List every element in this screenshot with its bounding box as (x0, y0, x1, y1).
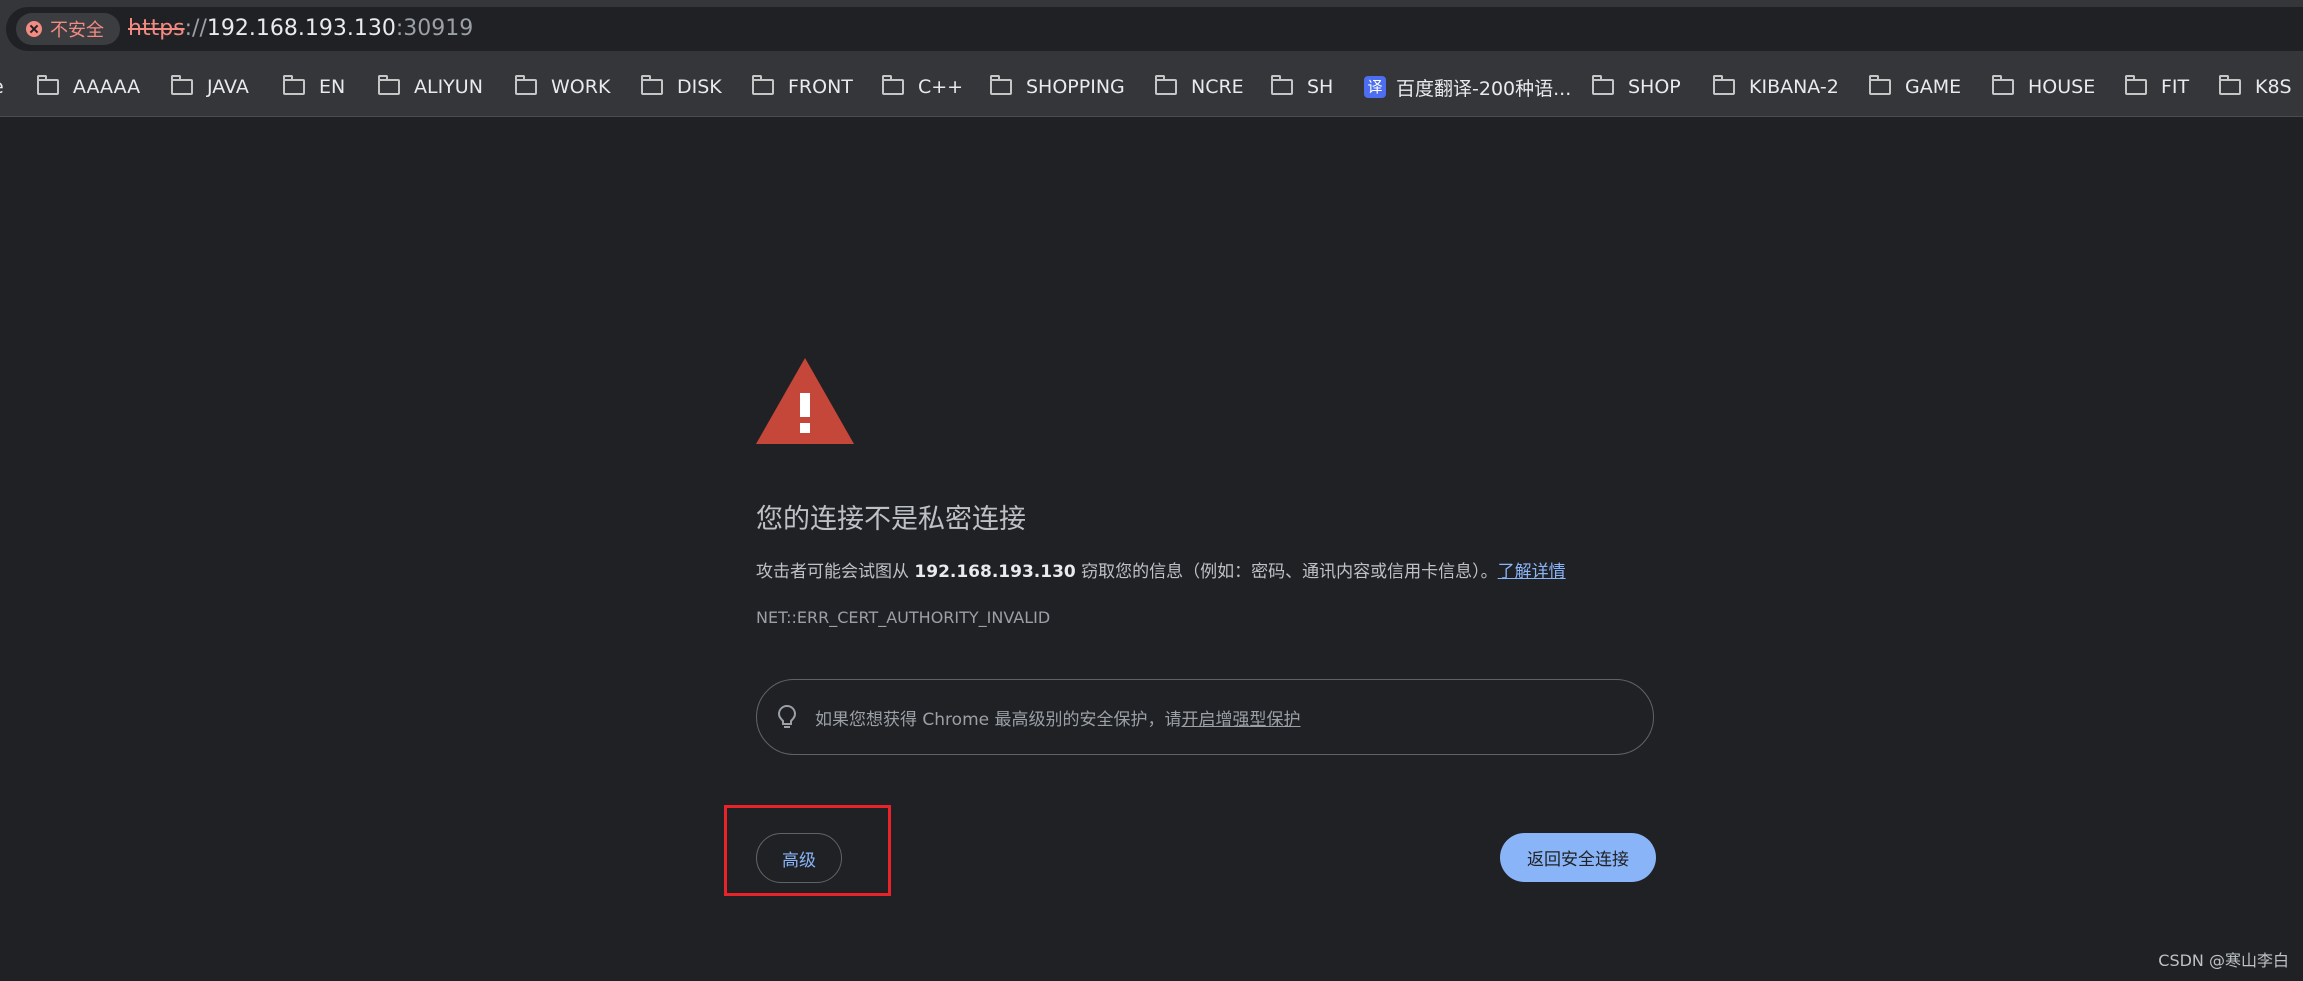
bookmark-front[interactable]: FRONT (752, 58, 853, 116)
bookmark-en[interactable]: EN (283, 58, 345, 116)
browser-window: 不安全 https://192.168.193.130:30919 e AAAA… (0, 0, 2303, 981)
url-text[interactable]: https://192.168.193.130:30919 (128, 17, 473, 41)
bookmark-label: SHOPPING (1026, 76, 1125, 98)
folder-icon (1271, 75, 1293, 95)
url-separator: :// (184, 16, 207, 41)
enhanced-protection-prefix: 如果您想获得 Chrome 最高级别的安全保护，请 (815, 709, 1182, 730)
bookmark-label: FRONT (788, 76, 853, 98)
folder-icon (641, 75, 663, 95)
bookmark-label: SH (1307, 76, 1334, 98)
bookmark-disk[interactable]: DISK (641, 58, 722, 116)
explanation-prefix: 攻击者可能会试图从 (756, 562, 915, 582)
bookmark-label: SHOP (1628, 76, 1681, 98)
url-port: :30919 (395, 16, 474, 41)
bookmark-ncre[interactable]: NCRE (1155, 58, 1244, 116)
bookmark-label: EN (319, 76, 346, 98)
security-chip[interactable]: 不安全 (16, 13, 120, 45)
bookmark-label: HOUSE (2028, 76, 2096, 98)
bookmark-label: WORK (551, 76, 611, 98)
learn-more-link[interactable]: 了解详情 (1498, 562, 1566, 582)
error-circle-icon (26, 21, 42, 37)
bookmark-work[interactable]: WORK (515, 58, 610, 116)
bookmark-sh[interactable]: SH (1271, 58, 1333, 116)
bookmark-k8s[interactable]: K8S (2219, 58, 2292, 116)
bookmark-label: AAAAA (73, 76, 141, 98)
folder-icon (1869, 75, 1891, 95)
folder-icon (283, 75, 305, 95)
bookmark-label: ALIYUN (414, 76, 483, 98)
folder-icon (1713, 75, 1735, 95)
bookmark-baidu-translate[interactable]: 译 百度翻译-200种语... (1364, 58, 1571, 116)
url-host: 192.168.193.130 (206, 16, 396, 41)
back-to-safety-button[interactable]: 返回安全连接 (1500, 833, 1656, 882)
enhanced-protection-text: 如果您想获得 Chrome 最高级别的安全保护，请开启增强型保护 (815, 705, 1301, 730)
folder-icon (515, 75, 537, 95)
bookmark-label: NCRE (1191, 76, 1244, 98)
omnibox[interactable]: 不安全 https://192.168.193.130:30919 (6, 7, 2303, 51)
watermark: CSDN @寒山李白 (2158, 951, 2289, 970)
bookmark-label: GAME (1905, 76, 1962, 98)
bookmark-aaaaa[interactable]: AAAAA (37, 58, 140, 116)
enhanced-protection-link[interactable]: 开启增强型保护 (1182, 710, 1301, 730)
folder-icon (378, 75, 400, 95)
folder-icon (171, 75, 193, 95)
annotation-highlight-box (724, 805, 891, 896)
bookmark-aliyun[interactable]: ALIYUN (378, 58, 483, 116)
explanation-suffix: 窃取您的信息（例如：密码、通讯内容或信用卡信息）。 (1075, 562, 1498, 582)
bookmark-cpp[interactable]: C++ (882, 58, 963, 116)
bookmark-shop[interactable]: SHOP (1592, 58, 1681, 116)
bookmark-label: 百度翻译-200种语... (1396, 77, 1572, 100)
translate-icon: 译 (1364, 76, 1386, 98)
bookmark-label: FIT (2161, 76, 2190, 98)
warning-triangle-icon (756, 358, 854, 444)
explanation-text: 攻击者可能会试图从 192.168.193.130 窃取您的信息（例如：密码、通… (756, 560, 1566, 584)
bookmark-shopping[interactable]: SHOPPING (990, 58, 1125, 116)
page-title: 您的连接不是私密连接 (756, 504, 1026, 535)
bookmark-label: JAVA (207, 76, 249, 98)
enhanced-protection-box: 如果您想获得 Chrome 最高级别的安全保护，请开启增强型保护 (756, 679, 1654, 755)
lightbulb-icon (777, 704, 797, 728)
folder-icon (752, 75, 774, 95)
url-scheme: https (128, 16, 185, 41)
bookmark-label: KIBANA-2 (1749, 76, 1839, 98)
bookmark-label: K8S (2255, 76, 2292, 98)
bookmark-house[interactable]: HOUSE (1992, 58, 2095, 116)
folder-icon (37, 75, 59, 95)
folder-icon (1592, 75, 1614, 95)
bookmark-java[interactable]: JAVA (171, 58, 249, 116)
folder-icon (990, 75, 1012, 95)
bookmark-partial[interactable]: e (0, 58, 4, 116)
security-chip-label: 不安全 (50, 20, 104, 41)
error-code: NET::ERR_CERT_AUTHORITY_INVALID (756, 608, 1051, 627)
folder-icon (2125, 75, 2147, 95)
folder-icon (882, 75, 904, 95)
bookmark-label: C++ (918, 76, 964, 98)
folder-icon (1992, 75, 2014, 95)
folder-icon (1155, 75, 1177, 95)
folder-icon (2219, 75, 2241, 95)
explanation-host: 192.168.193.130 (914, 562, 1076, 582)
bookmarks-bar: e AAAAA JAVA EN ALIYUN WORK DISK FRONT (0, 58, 2303, 117)
bookmark-fit[interactable]: FIT (2125, 58, 2189, 116)
bookmark-kibana[interactable]: KIBANA-2 (1713, 58, 1839, 116)
bookmark-game[interactable]: GAME (1869, 58, 1961, 116)
bookmark-label: DISK (677, 76, 722, 98)
address-bar: 不安全 https://192.168.193.130:30919 (0, 0, 2303, 58)
